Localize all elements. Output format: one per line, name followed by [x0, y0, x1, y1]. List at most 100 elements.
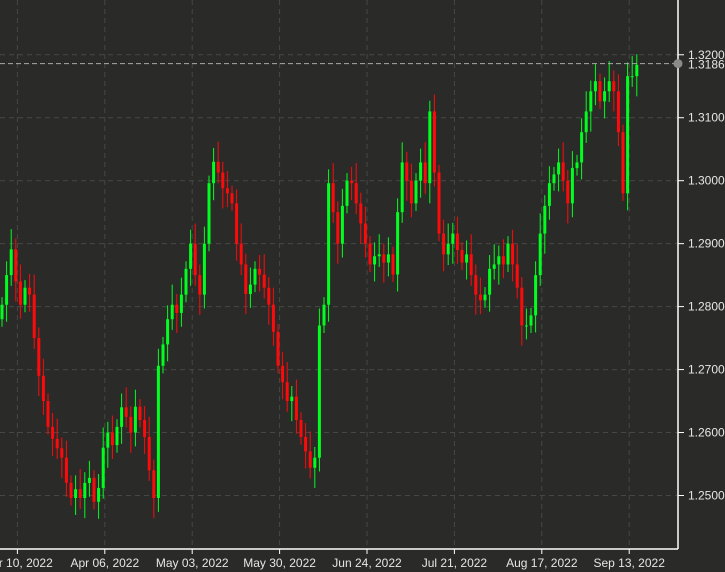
candle-body: [207, 183, 211, 244]
candle-body: [363, 223, 367, 244]
candle-body: [101, 447, 105, 488]
candle-body: [120, 407, 124, 427]
candle-body: [51, 426, 55, 439]
candle-body: [400, 162, 404, 213]
candle-body: [221, 172, 225, 189]
candle-body: [547, 183, 551, 206]
candle-body: [271, 304, 275, 332]
candle-body: [290, 396, 294, 402]
candle-body: [244, 264, 248, 295]
candle-body: [230, 193, 234, 204]
y-tick-label: 1.2800: [688, 300, 725, 314]
candle-body: [184, 268, 188, 295]
candle-body: [584, 111, 588, 133]
candle-body: [46, 401, 50, 427]
candle-body: [455, 233, 459, 250]
candle-body: [598, 81, 602, 102]
candle-body: [124, 407, 128, 417]
candle-body: [115, 426, 119, 446]
candle-body: [570, 168, 574, 204]
candle-body: [488, 268, 492, 295]
candle-body: [170, 304, 174, 320]
x-tick-label: Jun 24, 2022: [332, 556, 402, 570]
candle-body: [87, 477, 91, 483]
candle-body: [331, 183, 335, 213]
y-tick-label: 1.3100: [688, 111, 725, 125]
candle-body: [428, 111, 432, 184]
y-tick-label: 1.2600: [688, 426, 725, 440]
y-tick-label: 1.2700: [688, 363, 725, 377]
candle-body: [336, 212, 340, 244]
candle-body: [483, 294, 487, 301]
candle-body: [534, 275, 538, 316]
candle-body: [262, 274, 266, 288]
last-price-marker: [673, 59, 683, 69]
candle-body: [253, 268, 257, 285]
candle-body: [607, 81, 611, 92]
candle-body: [515, 264, 519, 288]
x-tick-label: Aug 17, 2022: [506, 556, 578, 570]
candle-body: [446, 243, 450, 255]
candle-body: [442, 233, 446, 255]
candle-body: [373, 256, 377, 265]
candle-body: [580, 132, 584, 163]
candle-body: [138, 406, 142, 420]
candle-body: [501, 256, 505, 265]
candle-body: [382, 254, 386, 263]
candle-body: [313, 457, 317, 468]
candle-body: [506, 243, 510, 265]
candle-body: [216, 161, 220, 173]
candle-body: [497, 256, 501, 265]
x-tick-label: Apr 06, 2022: [70, 556, 139, 570]
candle-body: [474, 275, 478, 295]
candle-body: [248, 284, 252, 295]
candle-body: [396, 212, 400, 275]
candle-body: [340, 205, 344, 244]
candle-body: [23, 287, 27, 305]
candle-body: [14, 249, 18, 282]
candle-body: [626, 76, 630, 194]
candle-body: [147, 436, 151, 471]
candle-body: [175, 304, 179, 313]
candle-body: [377, 254, 381, 257]
candle-body: [258, 268, 262, 275]
candle-body: [368, 243, 372, 265]
candle-body: [350, 180, 354, 184]
candle-body: [432, 111, 436, 173]
candle-body: [327, 183, 331, 305]
candle-body: [317, 325, 321, 458]
candle-body: [299, 419, 303, 437]
candle-body: [621, 132, 625, 194]
candle-body: [189, 243, 193, 269]
candle-body: [593, 81, 597, 92]
candle-body: [74, 489, 78, 499]
candle-body: [304, 436, 308, 452]
candle-body: [345, 180, 349, 206]
candle-body: [281, 365, 285, 383]
candle-body: [5, 275, 9, 305]
candle-body: [391, 254, 395, 275]
candle-body: [37, 338, 41, 376]
candle-body: [308, 451, 312, 468]
candle-body: [60, 448, 64, 458]
candle-body: [465, 254, 469, 263]
candle-body: [437, 172, 441, 234]
candle-body: [409, 180, 413, 204]
candle-body: [405, 162, 409, 181]
last-price-label: 1.3186: [688, 58, 725, 72]
candle-body: [64, 457, 68, 483]
candle-body: [616, 91, 620, 133]
candle-body: [423, 162, 427, 184]
candle-body: [630, 76, 634, 78]
candle-body: [0, 304, 4, 320]
candle-body: [92, 477, 96, 502]
candle-body: [557, 162, 561, 175]
y-tick-label: 1.3000: [688, 174, 725, 188]
candle-body: [97, 487, 101, 502]
candle-body: [129, 416, 133, 433]
x-tick-label: Sep 13, 2022: [593, 556, 665, 570]
y-tick-label: 1.2500: [688, 488, 725, 502]
candle-body: [419, 162, 423, 181]
candle-body: [78, 489, 82, 499]
candle-body: [524, 325, 528, 327]
